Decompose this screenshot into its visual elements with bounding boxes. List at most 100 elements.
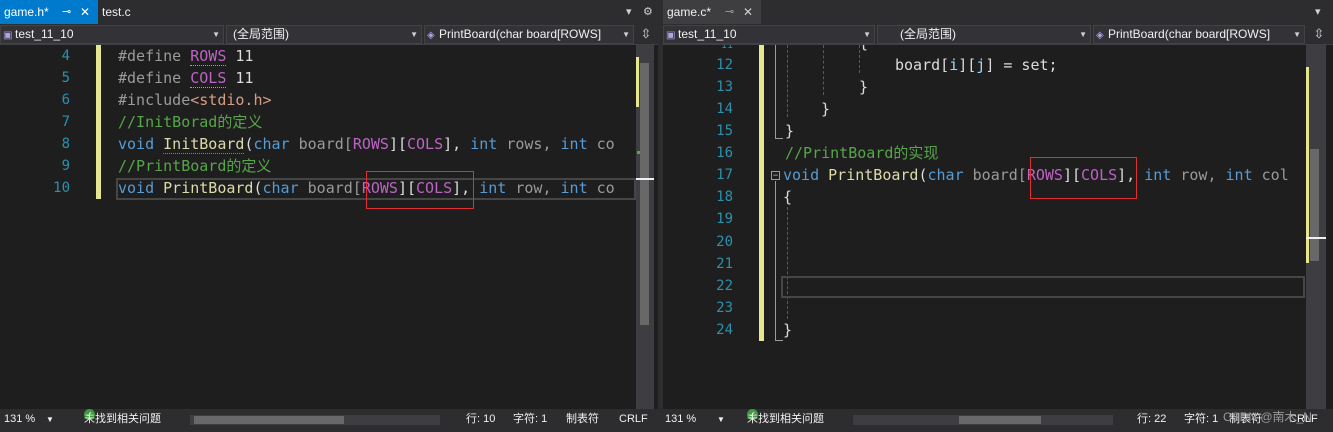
horizontal-scrollbar[interactable] (853, 415, 1113, 425)
navigation-bar-right: ▣ test_11_10 ▼ (全局范围) ▼ ◈ PrintBoard(char … (663, 24, 1333, 45)
char-indicator[interactable]: 字符: 1 (1184, 409, 1218, 430)
macro-name: ROWS (190, 47, 227, 66)
pin-icon[interactable]: ⊸ (62, 0, 71, 24)
change-marker (1306, 67, 1309, 263)
line-number: 18 (716, 189, 733, 205)
close-icon[interactable]: ✕ (80, 0, 90, 24)
line-number: 6 (61, 92, 70, 108)
vertical-scrollbar-right[interactable] (1306, 45, 1326, 409)
tab-test-c[interactable]: test.c (98, 0, 158, 24)
collapse-icon[interactable]: − (771, 171, 780, 180)
chevron-down-icon[interactable]: ▼ (46, 409, 54, 430)
split-window-icon[interactable]: ⇳ (638, 25, 654, 44)
line-number-gutter: 11 12 13 14 15 16 17 18 19 20 21 22 23 2… (663, 45, 763, 409)
keyword: char (253, 135, 290, 153)
issues-text: 未找到相关问题 (84, 413, 161, 425)
param-text: board[ (289, 135, 353, 153)
split-window-icon[interactable]: ⇳ (1311, 25, 1327, 44)
param-text: co (587, 135, 615, 153)
caret-position-marker (636, 178, 654, 180)
zoom-level[interactable]: 131 % (665, 409, 696, 430)
function-name: PrintBoard (828, 166, 919, 184)
code-line-13: } (859, 76, 868, 98)
tab-list-dropdown-icon[interactable]: ▾ (1315, 0, 1321, 24)
brace: } (783, 321, 793, 339)
current-line-highlight (781, 276, 1305, 298)
scope-dropdown[interactable]: (全局范围) ▼ (226, 25, 422, 44)
line-indicator[interactable]: 行: 10 (466, 409, 495, 430)
outline-guide (775, 45, 776, 139)
eol-indicator[interactable]: CRLF (619, 409, 648, 430)
line-number: 16 (716, 145, 733, 161)
scroll-thumb[interactable] (959, 416, 1041, 424)
line-indicator[interactable]: 行: 22 (1137, 409, 1166, 430)
line-number: 21 (716, 256, 733, 272)
scope-label: (全局范围) (233, 27, 289, 41)
line-number: 12 (716, 57, 733, 73)
function-icon: ◈ (1096, 30, 1104, 41)
scroll-thumb[interactable] (640, 63, 649, 325)
change-marker (636, 57, 639, 107)
brace: { (859, 45, 868, 52)
char-indicator[interactable]: 字符: 1 (513, 409, 547, 430)
line-number: 8 (61, 136, 70, 152)
tab-bar-right: game.c* ⊸ ✕ ▾ (663, 0, 1333, 24)
project-dropdown[interactable]: ▣ test_11_10 ▼ (663, 25, 875, 44)
pin-icon[interactable]: ⊸ (725, 0, 734, 24)
code-line-7: //InitBorad的定义 (118, 111, 262, 133)
comment: //PrintBoard的实现 (785, 144, 939, 162)
keyword: char (262, 179, 299, 197)
scope-dropdown[interactable]: (全局范围) ▼ (877, 25, 1091, 44)
marker (637, 151, 640, 154)
indent-indicator[interactable]: 制表符 (566, 409, 599, 430)
line-number: 10 (53, 180, 70, 196)
navigation-bar-left: ▣ test_11_10 ▼ (全局范围) ▼ ◈ PrintBoard(char … (0, 24, 658, 45)
value: 11 (226, 69, 254, 87)
tab-game-h[interactable]: game.h* ⊸ ✕ (0, 0, 98, 24)
code-line-18: { (783, 186, 792, 208)
member-dropdown[interactable]: ◈ PrintBoard(char board[ROWS] ▼ (1093, 25, 1305, 44)
member-label: PrintBoard(char board[ROWS] (439, 27, 602, 41)
line-number: 14 (716, 101, 733, 117)
caret-position-marker (1306, 237, 1326, 239)
code-line-5: #define COLS 11 (118, 67, 253, 89)
code-line-12: board[i][j] = set; (895, 54, 1058, 76)
param-text: board[ (298, 179, 362, 197)
line-number-partial: 11 (720, 45, 733, 51)
code-editor-right[interactable]: 11 12 13 14 15 16 17 18 19 20 21 22 23 2… (663, 45, 1306, 409)
keyword: int (560, 135, 588, 153)
scroll-thumb[interactable] (1310, 149, 1319, 261)
keyword: int (1225, 166, 1253, 184)
variable: i (949, 56, 959, 74)
code-line-15: } (785, 120, 794, 142)
tab-list-dropdown-icon[interactable]: ▾ (626, 0, 632, 24)
code-line-4: #define ROWS 11 (118, 45, 253, 67)
line-number: 22 (716, 278, 733, 294)
param-text: co (587, 179, 615, 197)
keyword: int (470, 135, 498, 153)
vertical-scrollbar-left[interactable] (636, 45, 654, 409)
zoom-level[interactable]: 131 % (4, 409, 35, 430)
tab-game-c[interactable]: game.c* ⊸ ✕ (663, 0, 761, 24)
code-editor-left[interactable]: 4 5 6 7 8 9 10 #define ROWS 11 #define C… (0, 45, 636, 409)
scope-label: (全局范围) (900, 27, 956, 41)
tab-label: game.h* (4, 5, 49, 19)
status-bar-right: 131 % ▼ ✓ 未找到相关问题 行: 22 字符: 1 制表符 CRLF CS… (663, 409, 1333, 432)
chevron-down-icon[interactable]: ▼ (717, 409, 725, 430)
gear-icon[interactable]: ⚙ (643, 0, 653, 24)
param-text: row, (506, 179, 561, 197)
close-icon[interactable]: ✕ (743, 0, 753, 24)
line-number: 4 (61, 48, 70, 64)
project-dropdown[interactable]: ▣ test_11_10 ▼ (0, 25, 224, 44)
code-line-11: { (859, 45, 868, 54)
paren: ( (918, 166, 928, 184)
keyword: void (118, 179, 155, 197)
horizontal-scrollbar[interactable] (190, 415, 440, 425)
member-dropdown[interactable]: ◈ PrintBoard(char board[ROWS] ▼ (424, 25, 634, 44)
param-text: row, (1171, 166, 1226, 184)
bracket: ], (443, 135, 471, 153)
code-line-24: } (783, 319, 792, 341)
line-number: 7 (61, 114, 70, 130)
param-text: col (1252, 166, 1289, 184)
scroll-thumb[interactable] (194, 416, 344, 424)
